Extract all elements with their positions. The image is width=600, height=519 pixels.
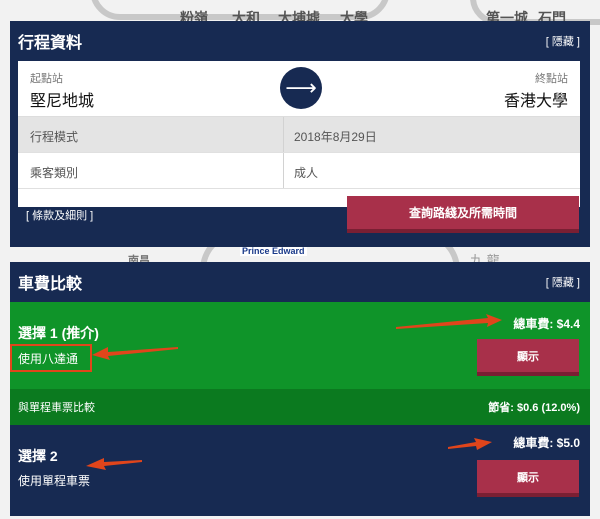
- single-ticket-compare-row: 與單程車票比較 節省: $0.6 (12.0%): [10, 389, 590, 425]
- fare-comparison-panel: 車費比較 [ 隱藏 ] 選擇 1 (推介) 使用八達通 總車費: $4.4 顯示…: [10, 262, 590, 516]
- passenger-type-row: 乘客類別 成人: [18, 153, 580, 189]
- saving-value: 節省: $0.6 (12.0%): [488, 402, 580, 414]
- fare-hide-link[interactable]: [ 隱藏 ]: [546, 274, 580, 290]
- option-1-title: 選擇 1 (推介): [18, 325, 99, 341]
- option-2-method: 使用單程車票: [18, 474, 91, 488]
- trip-hide-link[interactable]: [ 隱藏 ]: [546, 33, 580, 49]
- passenger-type-label: 乘客類別: [18, 153, 284, 188]
- trip-card: 起點站 堅尼地城 ⟶ 終點站 香港大學 行程模式 2018年8月29日 乘客類別…: [18, 61, 580, 207]
- option-1-show-button[interactable]: 顯示: [477, 339, 579, 376]
- fare-option-1: 選擇 1 (推介) 使用八達通 總車費: $4.4 顯示: [10, 302, 590, 389]
- terms-link[interactable]: [ 條款及細則 ]: [26, 207, 93, 223]
- passenger-type-value: 成人: [294, 166, 319, 180]
- arrow-right-icon: ⟶: [285, 75, 317, 100]
- trip-date-value: 2018年8月29日: [294, 130, 377, 144]
- destination-name: 香港大學: [503, 93, 568, 110]
- trip-mode-row: 行程模式 2018年8月29日: [18, 117, 580, 153]
- trip-mode-label: 行程模式: [18, 117, 284, 152]
- origin-name: 堅尼地城: [30, 93, 95, 110]
- option-1-total: 總車費: $4.4: [513, 317, 580, 331]
- compare-label: 與單程車票比較: [18, 402, 95, 414]
- octopus-highlight-box: [10, 344, 92, 372]
- option-2-total: 總車費: $5.0: [513, 436, 580, 450]
- query-route-button[interactable]: 查詢路綫及所需時間: [347, 196, 579, 233]
- destination-station[interactable]: 終點站 香港大學: [504, 70, 568, 111]
- map-station-label: Prince Edward: [240, 246, 307, 256]
- swap-direction-button[interactable]: ⟶: [280, 67, 322, 109]
- origin-station[interactable]: 起點站 堅尼地城: [30, 70, 94, 111]
- fare-panel-header: 車費比較 [ 隱藏 ]: [10, 262, 590, 302]
- destination-label: 終點站: [535, 73, 568, 85]
- trip-panel-header: 行程資料 [ 隱藏 ]: [10, 21, 590, 61]
- fare-option-2: 選擇 2 使用單程車票 總車費: $5.0 顯示: [10, 425, 590, 516]
- station-row: 起點站 堅尼地城 ⟶ 終點站 香港大學: [18, 61, 580, 117]
- trip-info-panel: 行程資料 [ 隱藏 ] 起點站 堅尼地城 ⟶ 終點站 香港大學 行程模式 201…: [10, 21, 590, 247]
- trip-panel-title: 行程資料: [18, 35, 83, 52]
- origin-label: 起點站: [30, 73, 63, 85]
- option-2-title: 選擇 2: [18, 448, 58, 464]
- option-2-show-button[interactable]: 顯示: [477, 460, 579, 497]
- fare-panel-title: 車費比較: [18, 276, 83, 293]
